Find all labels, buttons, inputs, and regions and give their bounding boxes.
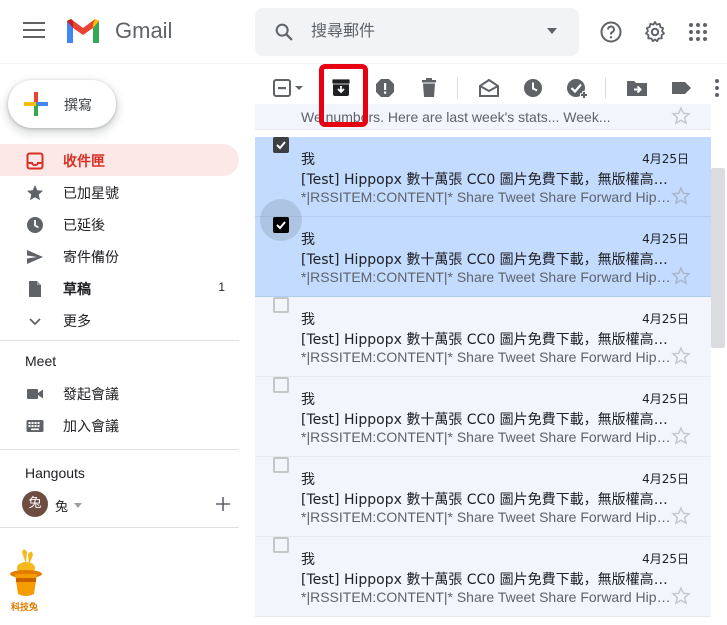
app-title[interactable]: Gmail	[115, 18, 172, 44]
send-icon	[27, 250, 43, 264]
scrollbar-thumb[interactable]	[711, 168, 725, 348]
more-options-icon[interactable]	[711, 76, 723, 100]
row-checkbox[interactable]	[273, 297, 289, 313]
email-sender: 我	[301, 152, 315, 168]
sidebar-item-label: 更多	[63, 314, 91, 330]
label-tag-icon[interactable]	[669, 76, 693, 100]
sidebar-item-sent[interactable]: 寄件備份	[0, 240, 239, 272]
row-checkbox[interactable]	[273, 457, 289, 473]
sidebar-item-label: 收件匣	[63, 154, 105, 170]
search-icon[interactable]	[273, 21, 295, 43]
table-row[interactable]: 我 4月25日 [Test] Hippopx 數十萬張 CC0 圖片免費下載，無…	[255, 537, 711, 617]
search-options-icon[interactable]	[547, 28, 557, 34]
sidebar-item-starred[interactable]: 已加星號	[0, 176, 239, 208]
sidebar-item-label: 草稿	[63, 282, 91, 298]
row-checkbox[interactable]	[273, 217, 289, 233]
sidebar-item-snoozed[interactable]: 已延後	[0, 208, 239, 240]
email-sender: 我	[301, 312, 315, 328]
video-icon	[27, 389, 43, 399]
help-icon[interactable]	[599, 20, 623, 44]
sidebar-item-more[interactable]: 更多	[0, 304, 239, 336]
email-subject: [Test] Hippopx 數十萬張 CC0 圖片免費下載，無版權高畫質	[301, 572, 671, 588]
rabbit-hat-logo-icon	[10, 549, 42, 596]
move-to-icon[interactable]	[625, 76, 649, 100]
mail-list-scrollbar[interactable]	[711, 112, 727, 625]
sidebar-item-label: 已延後	[63, 218, 105, 234]
archive-highlight-box	[319, 64, 368, 127]
draft-icon	[29, 281, 41, 297]
email-sender: 我	[301, 232, 315, 248]
star-icon	[27, 185, 43, 201]
email-sender: 我	[301, 472, 315, 488]
row-checkbox[interactable]	[273, 537, 289, 553]
sidebar-item-label: 寄件備份	[63, 250, 119, 266]
settings-gear-icon[interactable]	[643, 20, 667, 44]
meet-item-label: 加入會議	[63, 419, 119, 435]
email-date: 4月25日	[642, 472, 689, 486]
search-bar[interactable]	[255, 8, 579, 56]
row-checkbox[interactable]	[273, 137, 289, 153]
chevron-down-icon	[74, 503, 82, 508]
email-date: 4月25日	[642, 392, 689, 406]
keyboard-icon	[26, 420, 44, 432]
toolbar-separator	[457, 78, 458, 98]
avatar: 兔	[22, 491, 48, 517]
watermark-logo: 科技兔	[8, 548, 44, 613]
sidebar-divider	[0, 340, 239, 341]
compose-button[interactable]: 撰寫	[8, 80, 116, 128]
snooze-clock-icon[interactable]	[521, 76, 545, 100]
gmail-logo-icon[interactable]	[64, 16, 102, 46]
mail-list: We numbers. Here are last week's stats..…	[255, 104, 711, 625]
meet-new-meeting[interactable]: 發起會議	[0, 377, 239, 409]
report-spam-icon[interactable]	[373, 76, 397, 100]
email-date: 4月25日	[642, 552, 689, 566]
email-date: 4月25日	[642, 312, 689, 326]
hangouts-user-selector[interactable]: 兔 兔	[22, 491, 222, 517]
sidebar-divider	[0, 449, 239, 450]
sidebar-item-drafts[interactable]: 草稿 1	[0, 272, 239, 304]
main-menu-icon[interactable]	[23, 22, 45, 42]
plus-icon	[24, 92, 48, 116]
hangouts-section-title: Hangouts	[25, 465, 85, 481]
sidebar-item-label: 已加星號	[63, 186, 119, 202]
inbox-icon	[26, 152, 44, 170]
meet-item-label: 發起會議	[63, 387, 119, 403]
clock-icon	[27, 217, 43, 233]
add-to-tasks-icon[interactable]	[565, 76, 589, 100]
email-sender: 我	[301, 392, 315, 408]
add-contact-icon[interactable]	[214, 495, 232, 513]
email-sender: 我	[301, 552, 315, 568]
compose-label: 撰寫	[64, 98, 92, 114]
checkmark-icon	[276, 221, 286, 230]
star-toggle-icon[interactable]	[671, 586, 691, 606]
mark-as-read-icon[interactable]	[477, 76, 501, 100]
meet-join-meeting[interactable]: 加入會議	[0, 409, 239, 441]
chevron-down-icon	[29, 318, 41, 326]
watermark-text: 科技兔	[11, 603, 39, 613]
email-snippet: *|RSSITEM:CONTENT|* Share Tweet Share Fo…	[301, 589, 671, 605]
sidebar-nav: 收件匣 已加星號 已延後 寄件備份 草稿 1 更多	[0, 144, 255, 336]
app-header: Gmail	[0, 0, 727, 64]
select-all-dropdown[interactable]	[272, 76, 306, 100]
apps-grid-icon[interactable]	[686, 20, 710, 44]
email-date: 4月25日	[642, 152, 689, 166]
toolbar-separator	[605, 78, 606, 98]
email-date: 4月25日	[642, 232, 689, 246]
hangouts-user-name: 兔	[55, 500, 69, 515]
delete-trash-icon[interactable]	[417, 76, 441, 100]
meet-section-title: Meet	[25, 353, 57, 369]
drafts-count: 1	[218, 280, 225, 294]
search-input[interactable]	[311, 18, 531, 46]
sidebar-divider	[0, 527, 239, 528]
sidebar-item-inbox[interactable]: 收件匣	[0, 144, 239, 176]
checkbox-indeterminate-icon	[273, 79, 303, 97]
checkmark-icon	[276, 141, 286, 150]
row-checkbox[interactable]	[273, 377, 289, 393]
